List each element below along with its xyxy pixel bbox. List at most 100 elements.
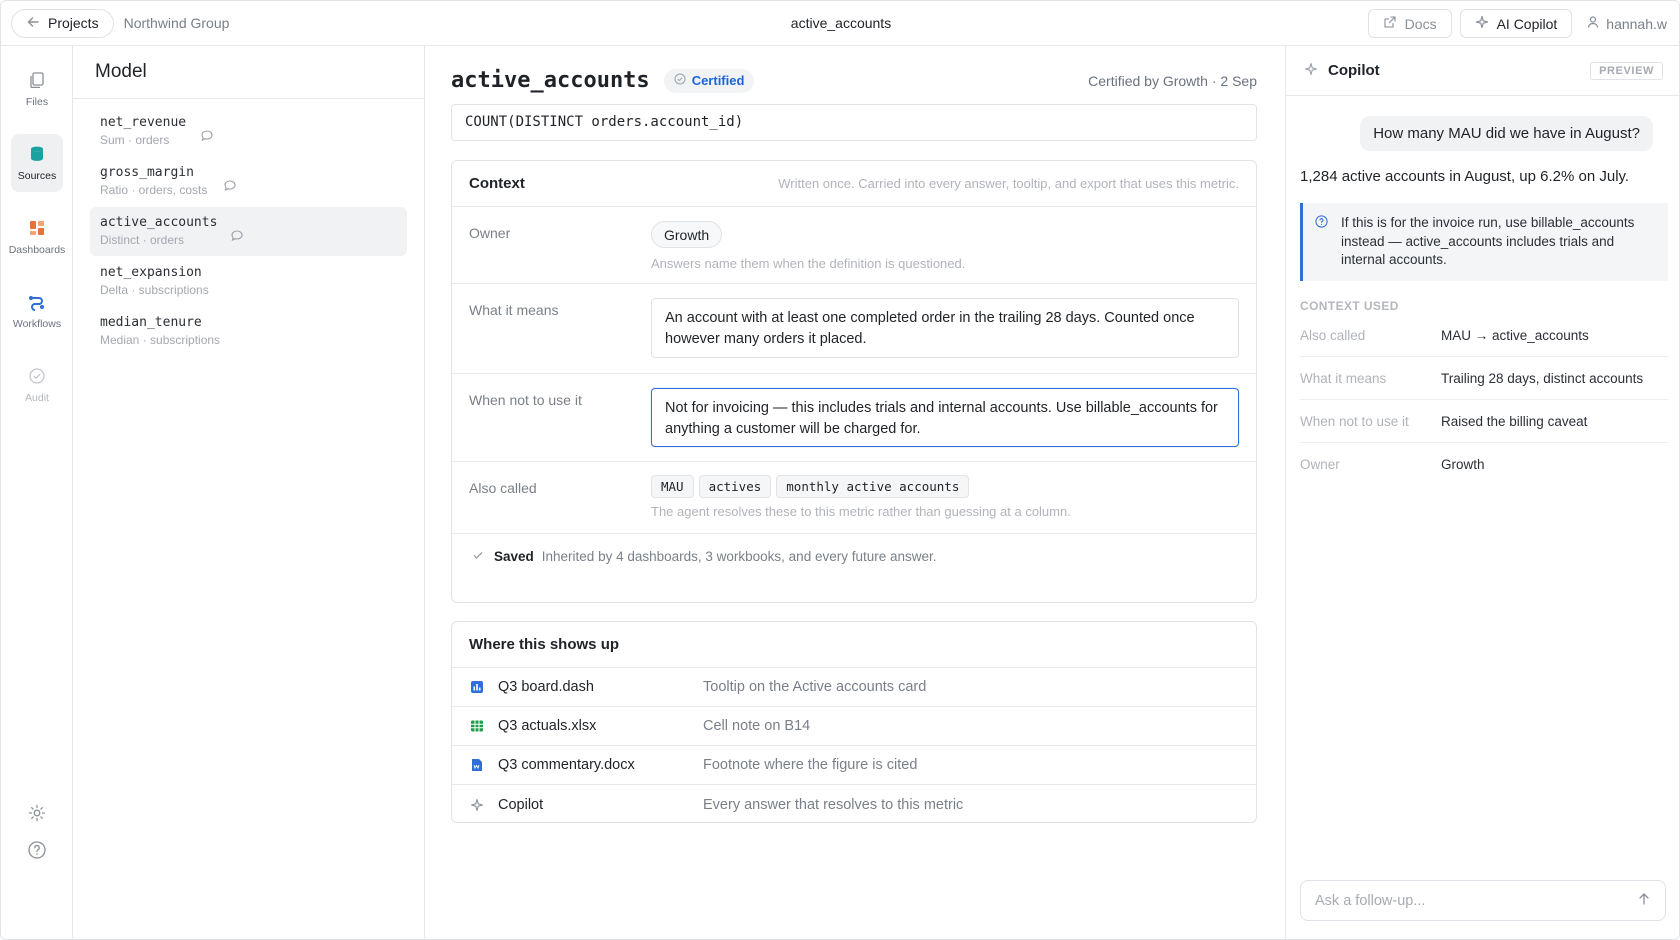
where-name: Q3 board.dash: [498, 679, 594, 695]
where-desc: Every answer that resolves to this metri…: [703, 796, 964, 813]
where-name: Copilot: [498, 796, 544, 813]
owner-label: Owner: [469, 225, 511, 241]
rail-label-dashboards: Dashboards: [8, 243, 66, 256]
context-hint: Written once. Carried into every answer,…: [778, 176, 1239, 191]
certified-badge: Certified: [663, 68, 755, 93]
copilot-panel: Copilot PREVIEW How many MAU did we have…: [1285, 46, 1679, 939]
comment-icon: [230, 229, 244, 246]
metric-sub: Delta · subscriptions: [100, 283, 209, 297]
means-textarea[interactable]: An account with at least one completed o…: [651, 298, 1239, 358]
dashboards-icon: [28, 219, 46, 240]
context-used-key: Also called: [1300, 327, 1366, 343]
ai-copilot-label: AI Copilot: [1496, 15, 1558, 32]
user-icon: [1586, 15, 1600, 32]
metric-sub: Distinct · orders: [100, 233, 185, 247]
context-used-row: Owner Growth: [1300, 443, 1668, 486]
user-name: hannah.w: [1606, 15, 1667, 32]
sparkle-icon: [469, 797, 485, 813]
ai-copilot-button[interactable]: AI Copilot: [1459, 9, 1573, 38]
formula-editor[interactable]: COUNT(DISTINCT orders.account_id): [451, 104, 1257, 141]
metric-detail: active_accounts Certified Certified by G…: [425, 46, 1285, 939]
where-row[interactable]: Q3 commentary.docx Footnote where the fi…: [452, 746, 1256, 785]
means-label: What it means: [469, 302, 559, 318]
metric-item-median-tenure[interactable]: median_tenure Median · subscriptions: [90, 307, 407, 356]
left-rail: Files Sources Dashboards Workflows Audit: [1, 46, 73, 939]
database-icon: [28, 145, 46, 166]
spreadsheet-icon: [469, 718, 485, 734]
where-name: Q3 commentary.docx: [498, 757, 635, 773]
context-used-heading: CONTEXT USED: [1300, 299, 1399, 313]
metric-item-active-accounts[interactable]: active_accounts Distinct · orders: [90, 207, 407, 256]
breadcrumb-org[interactable]: Northwind Group: [124, 15, 230, 31]
also-called-label: Also called: [469, 480, 537, 496]
help-icon[interactable]: [25, 838, 49, 862]
model-heading: Model: [73, 46, 424, 99]
docs-button[interactable]: Docs: [1367, 9, 1452, 38]
metric-name: net_revenue: [100, 115, 187, 130]
user-message: How many MAU did we have in August?: [1360, 116, 1653, 151]
sparkle-icon: [1475, 15, 1489, 32]
alias-tag[interactable]: actives: [698, 475, 772, 498]
caveat-text: If this is for the invoice run, use bill…: [1341, 215, 1635, 267]
context-card: Context Written once. Carried into every…: [451, 160, 1257, 603]
rail-label-sources: Sources: [17, 169, 57, 182]
metric-name: net_expansion: [100, 265, 202, 280]
check-icon: [472, 549, 484, 564]
follow-up-box: [1300, 880, 1666, 921]
rail-item-dashboards[interactable]: Dashboards: [8, 208, 66, 266]
alias-tag[interactable]: MAU: [651, 475, 694, 498]
notuse-label: When not to use it: [469, 392, 582, 408]
where-row[interactable]: Copilot Every answer that resolves to th…: [452, 785, 1256, 824]
preview-badge: PREVIEW: [1590, 61, 1663, 80]
means-row: What it means An account with at least o…: [452, 284, 1256, 374]
assistant-answer: 1,284 active accounts in August, up 6.2%…: [1300, 168, 1630, 185]
metric-sub: Ratio · orders, costs: [100, 183, 208, 197]
arrow-left-icon: [26, 15, 40, 32]
user-menu[interactable]: hannah.w: [1586, 15, 1667, 32]
context-used-key: Owner: [1300, 457, 1340, 472]
where-row[interactable]: Q3 actuals.xlsx Cell note on B14: [452, 707, 1256, 746]
context-heading: Context: [469, 175, 525, 192]
metric-name: gross_margin: [100, 165, 194, 180]
metric-item-net-revenue[interactable]: net_revenue Sum · orders: [90, 107, 407, 156]
where-desc: Tooltip on the Active accounts card: [703, 679, 927, 695]
projects-back-button[interactable]: Projects: [11, 8, 114, 38]
saved-desc: Inherited by 4 dashboards, 3 workbooks, …: [541, 548, 937, 564]
notuse-textarea[interactable]: Not for invoicing — this includes trials…: [651, 388, 1239, 447]
rail-item-audit[interactable]: Audit: [11, 356, 63, 414]
also-called-note: The agent resolves these to this metric …: [651, 504, 1071, 519]
metric-item-net-expansion[interactable]: net_expansion Delta · subscriptions: [90, 257, 407, 306]
metric-name: active_accounts: [100, 215, 218, 230]
send-arrow-icon[interactable]: [1637, 892, 1651, 909]
certified-label: Certified: [691, 73, 745, 88]
alias-tag[interactable]: monthly active accounts: [776, 475, 970, 498]
metric-item-gross-margin[interactable]: gross_margin Ratio · orders, costs: [90, 157, 407, 206]
alias-list: MAU actives monthly active accounts: [651, 475, 1239, 498]
rail-item-sources[interactable]: Sources: [11, 134, 63, 192]
owner-chip[interactable]: Growth: [651, 221, 723, 248]
settings-icon[interactable]: [25, 801, 49, 825]
metric-sub: Median · subscriptions: [100, 333, 221, 347]
document-icon: [469, 757, 485, 773]
where-name: Q3 actuals.xlsx: [498, 718, 597, 734]
context-used-row: What it means Trailing 28 days, distinct…: [1300, 357, 1668, 400]
context-used-key: What it means: [1300, 370, 1387, 386]
context-used-value: Trailing 28 days, distinct accounts: [1441, 370, 1644, 386]
dashboard-icon: [469, 679, 485, 695]
where-row[interactable]: Q3 board.dash Tooltip on the Active acco…: [452, 668, 1256, 707]
files-icon: [28, 71, 46, 92]
rail-item-files[interactable]: Files: [11, 60, 63, 118]
model-panel: Model net_revenue Sum · orders gross_mar…: [73, 46, 425, 939]
where-heading: Where this shows up: [452, 622, 1256, 668]
external-link-icon: [1383, 15, 1397, 32]
metric-title: active_accounts: [451, 68, 650, 93]
context-used-value: Raised the billing caveat: [1441, 413, 1588, 429]
sparkle-icon: [1304, 62, 1318, 79]
follow-up-input[interactable]: [1315, 892, 1637, 909]
saved-label: Saved: [494, 548, 534, 564]
metric-sub: Sum · orders: [100, 133, 170, 147]
app-window: Projects Northwind Group active_accounts…: [0, 0, 1680, 940]
rail-item-workflows[interactable]: Workflows: [11, 282, 63, 340]
context-used-value: Growth: [1441, 457, 1485, 472]
copilot-header: Copilot PREVIEW: [1286, 46, 1679, 96]
